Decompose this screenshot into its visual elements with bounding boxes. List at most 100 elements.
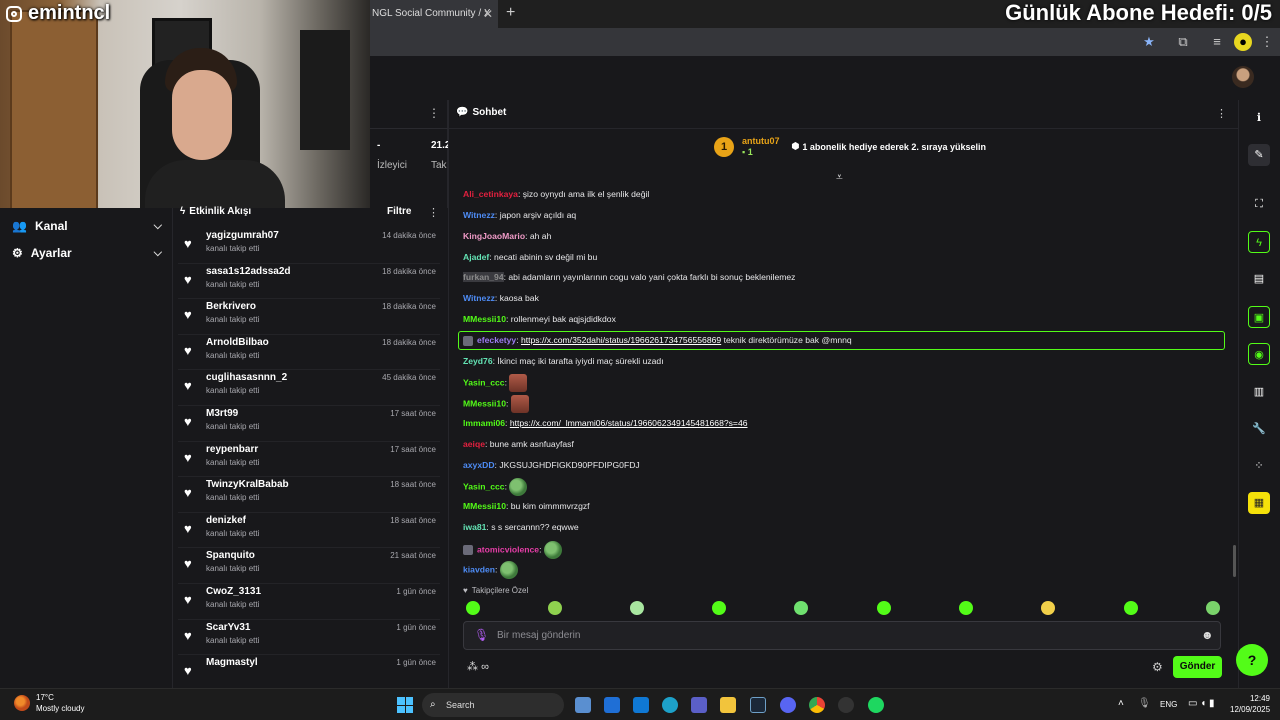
user-avatar[interactable] <box>1232 66 1254 88</box>
chat-username[interactable]: kiavden <box>463 564 495 574</box>
feed-more-icon[interactable]: ⋮ <box>428 206 439 219</box>
chat-link[interactable]: https://x.com/352dahi/status/19662617347… <box>521 335 721 345</box>
feed-row[interactable]: ♥ TwinzyKralBabab kanalı takip etti 18 saat… <box>178 477 440 513</box>
spotify-icon[interactable] <box>868 697 884 713</box>
taskbar-search[interactable]: Search <box>422 693 564 717</box>
nav-item-ayarlar[interactable]: ⚙ Ayarlar ⌵ <box>12 246 162 260</box>
chat-username[interactable]: lmmami06 <box>463 418 505 428</box>
language-indicator[interactable]: ENG <box>1160 700 1177 709</box>
chat-username[interactable]: MMessii10 <box>463 314 506 324</box>
chat-username[interactable]: aeiqe <box>463 439 485 449</box>
quick-emote-icon[interactable] <box>548 601 562 615</box>
chat-tools[interactable]: ⁂ ∞ <box>467 660 489 673</box>
nav-item-kanal[interactable]: 👥 Kanal ⌵ <box>12 219 162 233</box>
quick-emote-icon[interactable] <box>877 601 891 615</box>
chrome-icon[interactable] <box>809 697 825 713</box>
chat-username[interactable]: Zeyd76 <box>463 356 493 366</box>
feed-row[interactable]: ♥ cuglihasasnnn_2 kanalı takip etti 45 daki… <box>178 370 440 406</box>
feed-row[interactable]: ♥ yagizgumrah07 kanalı takip etti 14 dakika… <box>178 228 440 264</box>
feed-row[interactable]: ♥ reypenbarr kanalı takip etti 17 saat önce <box>178 442 440 478</box>
chat-icon[interactable]: ▣ <box>1248 306 1270 328</box>
chat-username[interactable]: Witnezz <box>463 210 495 220</box>
bookmark-star-icon[interactable]: ★ <box>1140 33 1158 51</box>
document-icon[interactable]: ▤ <box>1248 268 1270 290</box>
taskbar-clock[interactable]: 12:49 12/09/2025 <box>1230 693 1270 715</box>
support-chat-button[interactable]: ? <box>1236 644 1268 676</box>
emoji-picker-icon[interactable]: ☻ <box>1201 628 1214 642</box>
browser-menu-icon[interactable]: ⋮ <box>1258 33 1276 51</box>
chat-username[interactable]: iwa81 <box>463 522 486 532</box>
mic-tray-icon[interactable]: 🎙 <box>1138 698 1151 709</box>
obs-icon[interactable] <box>838 697 854 713</box>
extensions-icon[interactable]: ⧉ <box>1174 33 1192 51</box>
layout-icon[interactable]: ▥ <box>1248 381 1270 403</box>
feed-row[interactable]: ♥ Spanquito kanalı takip etti 21 saat önce <box>178 548 440 584</box>
outlook-icon[interactable] <box>633 697 649 713</box>
clapper-icon[interactable]: ▦ <box>1248 492 1270 514</box>
profile-icon[interactable]: ● <box>1234 33 1252 51</box>
steam-icon[interactable] <box>750 697 766 713</box>
chat-username[interactable]: axyxDD <box>463 460 495 470</box>
chat-scrollbar[interactable] <box>1233 545 1236 577</box>
feed-row[interactable]: ♥ ScarYv31 kanalı takip etti 1 gün önce <box>178 620 440 656</box>
quick-emote-icon[interactable] <box>712 601 726 615</box>
edge-icon[interactable] <box>662 697 678 713</box>
discord-icon[interactable] <box>780 697 796 713</box>
feed-row[interactable]: ♥ M3rt99 kanalı takip etti 17 saat önce <box>178 406 440 442</box>
feed-row[interactable]: ♥ denizkef kanalı takip etti 18 saat önce <box>178 513 440 549</box>
quick-emote-icon[interactable] <box>959 601 973 615</box>
chat-username[interactable]: furkan_94 <box>463 272 504 282</box>
windows-start-icon[interactable] <box>397 697 413 713</box>
stats-more-icon[interactable]: ⋮ <box>428 106 440 120</box>
dots-icon[interactable]: ⁂ <box>467 661 478 673</box>
browser-tab[interactable]: NGL Social Community / X <box>370 0 498 28</box>
quick-emote-icon[interactable] <box>1206 601 1220 615</box>
expand-icon[interactable]: ⛶ <box>1248 193 1270 215</box>
chat-username[interactable]: efecketyy <box>477 335 516 345</box>
teams-icon[interactable] <box>691 697 707 713</box>
quick-emote-icon[interactable] <box>1124 601 1138 615</box>
quick-emote-icon[interactable] <box>630 601 644 615</box>
wrench-icon[interactable]: 🔧 <box>1248 418 1270 440</box>
quick-emote-icon[interactable] <box>466 601 480 615</box>
file-explorer-icon[interactable] <box>720 697 736 713</box>
network-volume-icons[interactable]: ▭ ◖ ▮ <box>1188 698 1215 709</box>
store-icon[interactable] <box>604 697 620 713</box>
feed-row[interactable]: ♥ Berkrivero kanalı takip etti 18 dakika ön… <box>178 299 440 335</box>
infinity-icon[interactable]: ∞ <box>481 661 489 673</box>
nodes-icon[interactable]: ⁘ <box>1248 455 1270 477</box>
chat-link[interactable]: https://x.com/_lmmami06/status/196606234… <box>510 418 748 428</box>
feed-row[interactable]: ♥ CwoZ_3131 kanalı takip etti 1 gün önce <box>178 584 440 620</box>
chat-more-icon[interactable]: ⋮ <box>1216 107 1227 120</box>
scroll-down-icon[interactable]: ⩡ <box>836 170 843 185</box>
feed-row[interactable]: ♥ Magmastyl 1 gün önce <box>178 655 440 691</box>
info-icon[interactable]: ℹ <box>1248 107 1270 129</box>
feed-row[interactable]: ♥ sasa1s12adssa2d kanalı takip etti 18 daki… <box>178 264 440 300</box>
chat-username[interactable]: Yasin_ccc <box>463 377 505 387</box>
broadcast-icon[interactable]: ◉ <box>1248 343 1270 365</box>
quick-emote-icon[interactable] <box>794 601 808 615</box>
chat-username[interactable]: MMessii10 <box>463 398 506 408</box>
chat-settings-icon[interactable]: ⚙ <box>1152 660 1163 674</box>
tab-close-icon[interactable]: ✕ <box>483 0 493 28</box>
new-tab-button[interactable]: + <box>506 0 515 26</box>
pencil-icon[interactable]: ✎ <box>1248 144 1270 166</box>
media-queue-icon[interactable]: ≡ <box>1208 33 1226 51</box>
taskview-icon[interactable] <box>575 697 591 713</box>
pinned-leaderboard[interactable]: 1 antutu07 ▪ 1 ⬢ 1 abonelik hediye edere… <box>714 136 986 157</box>
lightning-icon[interactable]: ϟ <box>1248 231 1270 253</box>
mic-icon[interactable]: 🎙 <box>474 628 489 642</box>
feed-filter-button[interactable]: Filtre <box>387 206 411 217</box>
feed-row[interactable]: ♥ ArnoldBilbao kanalı takip etti 18 dakika … <box>178 335 440 371</box>
chat-username[interactable]: Yasin_ccc <box>463 481 505 491</box>
chat-username[interactable]: KingJoaoMario <box>463 231 525 241</box>
chat-username[interactable]: Ajadef <box>463 252 489 262</box>
chat-username[interactable]: MMessii10 <box>463 501 506 511</box>
send-button[interactable]: Gönder <box>1173 656 1222 678</box>
weather-widget[interactable]: 17°C Mostly cloudy <box>14 692 84 714</box>
quick-emote-icon[interactable] <box>1041 601 1055 615</box>
chat-username[interactable]: atomicviolence <box>477 544 539 554</box>
tray-overflow-icon[interactable]: ˄ <box>1118 698 1124 709</box>
chat-username[interactable]: Ali_cetinkaya <box>463 189 518 199</box>
chat-username[interactable]: Witnezz <box>463 293 495 303</box>
